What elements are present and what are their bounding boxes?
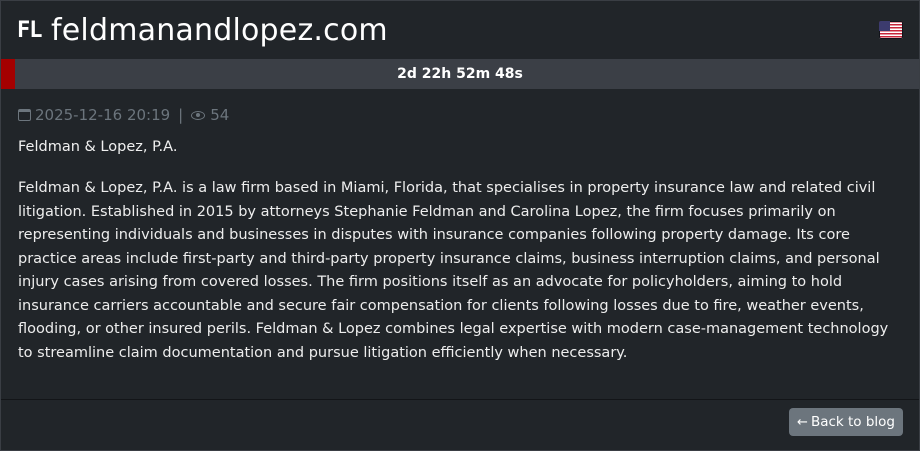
header: FL feldmanandlopez.com — [1, 1, 919, 59]
countdown-progress — [1, 59, 15, 89]
countdown-bar: 2d 22h 52m 48s — [1, 59, 919, 89]
site-logo[interactable]: FL — [17, 18, 47, 43]
post-body: Feldman & Lopez, P.A. is a law firm base… — [18, 180, 889, 361]
view-count: 54 — [210, 106, 230, 124]
post-meta: 2025-12-16 20:19 | 54 — [18, 105, 903, 125]
company-name: Feldman & Lopez, P.A. — [18, 139, 178, 155]
post-footer: ← Back to blog — [1, 399, 919, 450]
back-button-label: Back to blog — [810, 414, 895, 430]
back-to-blog-button[interactable]: ← Back to blog — [789, 408, 903, 436]
calendar-icon — [18, 109, 31, 121]
post-card: FL feldmanandlopez.com 2d 22h 52m 48s 20… — [0, 0, 920, 451]
eye-icon — [191, 110, 206, 120]
post-content: 2025-12-16 20:19 | 54 Feldman & Lopez, P… — [1, 89, 919, 402]
post-date: 2025-12-16 20:19 — [35, 106, 171, 124]
left-arrow-icon: ← — [797, 414, 808, 430]
countdown-timer: 2d 22h 52m 48s — [397, 66, 523, 82]
meta-separator: | — [178, 106, 184, 124]
us-flag-icon[interactable] — [879, 21, 903, 39]
site-title: feldmanandlopez.com — [51, 12, 388, 48]
